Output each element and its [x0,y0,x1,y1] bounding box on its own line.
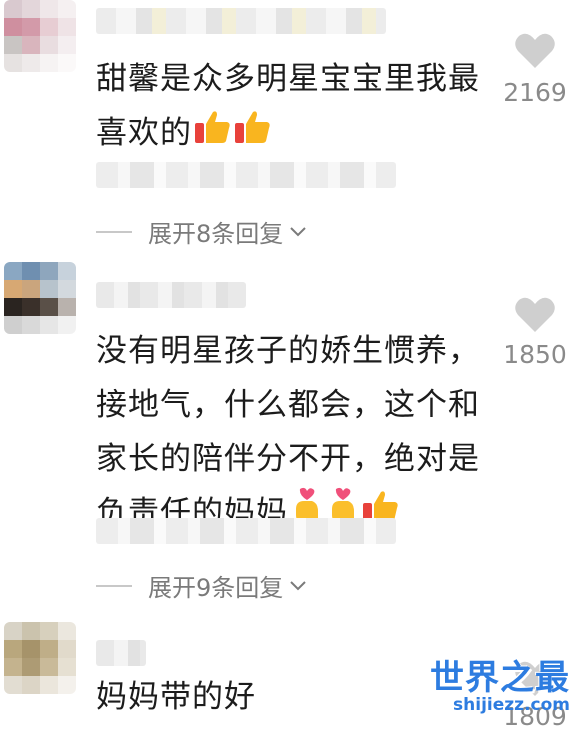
comment-text: 没有明星孩子的娇生惯养，接地气，什么都会，这个和家长的陪伴分不开，绝对是负责任的… [96,324,486,542]
thumbs-up-icon [194,108,232,162]
like-count: 2169 [503,78,567,107]
watermark-title: 世界之最 [430,658,570,698]
username-blurred[interactable] [96,640,146,666]
like-count: 1850 [503,340,567,369]
comment-text-content: 甜馨是众多明星宝宝里我最喜欢的 [96,61,480,151]
thumbs-up-icon [234,108,272,162]
username-blurred[interactable] [96,8,386,34]
expand-replies-label: 展开8条回复 [148,220,284,248]
comment-text: 妈妈带的好 [96,670,486,724]
heart-icon[interactable] [514,296,556,334]
site-watermark: 世界之最 shijiezz.com [430,650,570,715]
avatar[interactable] [4,622,76,694]
chevron-down-icon [290,226,306,236]
heart-icon[interactable] [514,32,556,70]
comment-text-content: 妈妈带的好 [96,679,256,715]
comment-text-content: 没有明星孩子的娇生惯养，接地气，什么都会，这个和家长的陪伴分不开，绝对是负责任的… [96,333,480,531]
avatar[interactable] [4,0,76,72]
timestamp-blurred [96,162,396,188]
divider-dash [96,584,132,587]
expand-replies-label: 展开9条回复 [148,574,284,602]
username-blurred[interactable] [96,282,246,308]
avatar[interactable] [4,262,76,334]
divider-dash [96,230,132,233]
timestamp-blurred [96,518,396,544]
expand-replies-button[interactable]: 展开9条回复 [96,568,307,603]
expand-replies-button[interactable]: 展开8条回复 [96,214,307,249]
chevron-down-icon [290,580,306,590]
comment-text: 甜馨是众多明星宝宝里我最喜欢的 [96,52,486,162]
